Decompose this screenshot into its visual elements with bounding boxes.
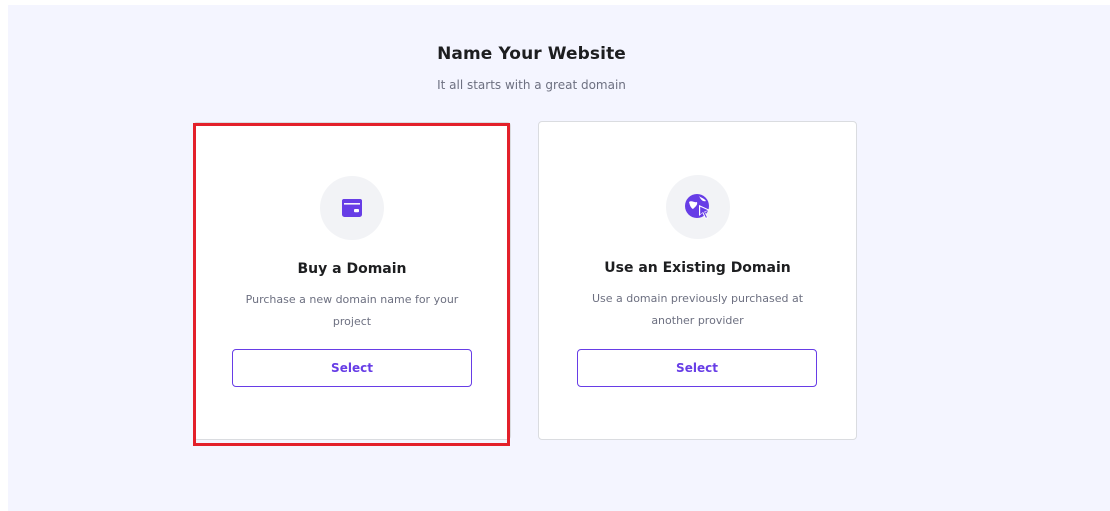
page-title: Name Your Website <box>437 44 626 64</box>
buy-domain-select-button[interactable]: Select <box>232 349 472 387</box>
buy-domain-description: Purchase a new domain name for your proj… <box>245 293 459 328</box>
existing-domain-card[interactable]: Use an Existing Domain Use a domain prev… <box>538 121 857 440</box>
buy-domain-card[interactable]: Buy a Domain Purchase a new domain name … <box>193 122 511 440</box>
domain-selection-panel: Name Your Website It all starts with a g… <box>8 5 1110 511</box>
wallet-icon <box>320 176 384 240</box>
page-subtitle: It all starts with a great domain <box>437 78 626 92</box>
existing-domain-title: Use an Existing Domain <box>604 260 791 276</box>
existing-domain-description: Use a domain previously purchased at ano… <box>591 292 804 327</box>
buy-domain-title: Buy a Domain <box>297 261 407 277</box>
globe-cursor-icon <box>665 175 730 239</box>
existing-domain-select-button[interactable]: Select <box>577 349 817 387</box>
